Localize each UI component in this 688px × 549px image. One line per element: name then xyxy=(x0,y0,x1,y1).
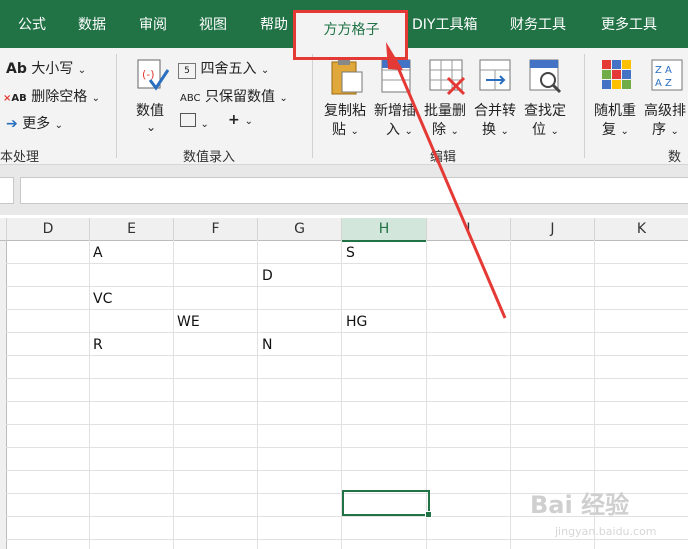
watermark-logo: Bai 经验 xyxy=(530,491,630,519)
annotation-arrow-icon xyxy=(386,42,507,319)
watermark-url: jingyan.baidu.com xyxy=(555,525,657,538)
